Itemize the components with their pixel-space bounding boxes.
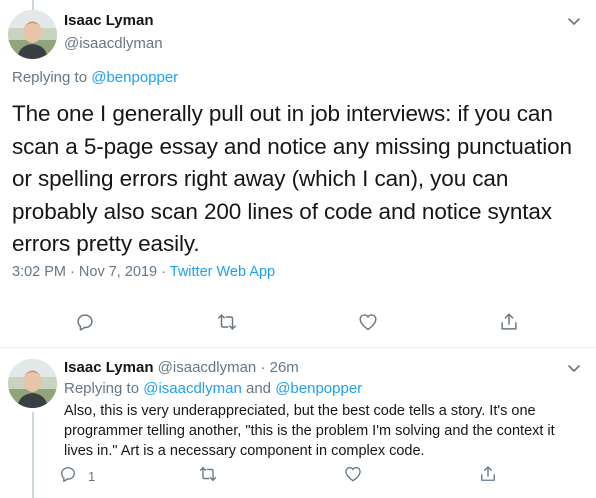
share-icon[interactable] bbox=[478, 464, 498, 489]
author-handle[interactable]: @isaacdlyman bbox=[158, 359, 257, 376]
tweet-actions: 1 bbox=[58, 464, 558, 488]
replying-to-link[interactable]: @benpopper bbox=[275, 380, 362, 397]
like-icon[interactable] bbox=[343, 464, 363, 489]
replying-to-link[interactable]: @isaacdlyman bbox=[143, 380, 242, 397]
tweet-text: The one I generally pull out in job inte… bbox=[12, 101, 572, 256]
tweet-text: Also, this is very underappreciated, but… bbox=[64, 403, 555, 459]
retweet-icon[interactable] bbox=[198, 464, 218, 489]
chevron-down-icon[interactable] bbox=[565, 359, 583, 377]
avatar[interactable] bbox=[8, 10, 57, 59]
meta-separator: · bbox=[161, 264, 166, 280]
reply-tweet: Isaac Lyman @isaacdlyman · 26m Replying … bbox=[0, 349, 596, 498]
like-icon[interactable] bbox=[353, 307, 383, 337]
tweet-meta: 3:02 PM · Nov 7, 2019 · Twitter Web App bbox=[12, 264, 275, 280]
chevron-down-icon[interactable] bbox=[565, 12, 583, 30]
author-name[interactable]: Isaac Lyman bbox=[64, 12, 154, 29]
meta-separator: · bbox=[70, 264, 75, 280]
tweet-time[interactable]: 26m bbox=[270, 359, 299, 376]
tweet-date[interactable]: Nov 7, 2019 bbox=[79, 264, 157, 280]
avatar[interactable] bbox=[8, 359, 57, 408]
replying-to: Replying to @isaacdlyman and @benpopper bbox=[64, 380, 362, 397]
tweet-actions bbox=[0, 307, 596, 337]
author-name[interactable]: Isaac Lyman bbox=[64, 359, 154, 376]
share-button[interactable] bbox=[478, 464, 498, 488]
retweet-icon[interactable] bbox=[212, 307, 242, 337]
reply-icon[interactable] bbox=[58, 464, 78, 489]
thread-connector-bottom bbox=[32, 412, 34, 498]
reply-count: 1 bbox=[88, 468, 96, 484]
replying-prefix: Replying to bbox=[64, 380, 144, 397]
retweet-button[interactable] bbox=[198, 464, 218, 488]
author-handle[interactable]: @isaacdlyman bbox=[64, 35, 163, 52]
replying-prefix: Replying to bbox=[12, 69, 92, 86]
share-icon[interactable] bbox=[494, 307, 524, 337]
tweet-client[interactable]: Twitter Web App bbox=[170, 264, 275, 280]
reply-button[interactable]: 1 bbox=[58, 464, 95, 488]
reply-icon[interactable] bbox=[70, 307, 100, 337]
replying-and: and bbox=[241, 380, 276, 397]
reply-header: Isaac Lyman @isaacdlyman · 26m bbox=[64, 359, 299, 376]
main-tweet: Isaac Lyman @isaacdlyman Replying to @be… bbox=[0, 0, 596, 348]
replying-to-link[interactable]: @benpopper bbox=[91, 69, 178, 86]
header-separator: · bbox=[260, 359, 266, 376]
replying-to: Replying to @benpopper bbox=[12, 69, 178, 86]
tweet-time[interactable]: 3:02 PM bbox=[12, 264, 66, 280]
like-button[interactable] bbox=[343, 464, 363, 488]
